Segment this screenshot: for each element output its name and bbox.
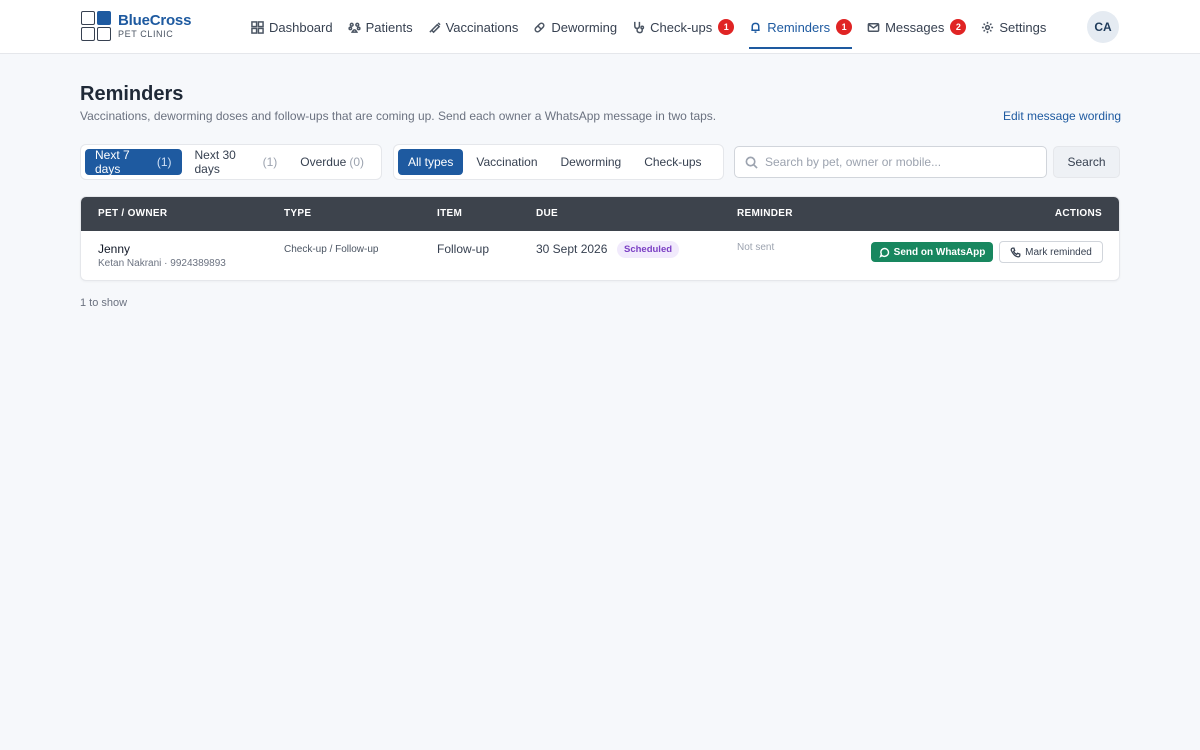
nav-check-ups-label: Check-ups <box>650 19 713 35</box>
results-count: 1 to show <box>80 297 128 309</box>
header-due: DUE <box>536 208 559 219</box>
gear-icon <box>982 21 994 33</box>
nav-check-ups[interactable]: Check-ups 1 <box>632 0 735 54</box>
nav-reminders-label: Reminders <box>767 19 831 35</box>
header-pet-owner: PET / OWNER <box>98 208 168 219</box>
filter-overdue[interactable]: Overdue (0) <box>290 149 374 175</box>
syringe-icon <box>428 21 441 33</box>
reminder-status: Not sent <box>737 242 775 253</box>
search-button[interactable]: Search <box>1053 146 1120 178</box>
header-type: TYPE <box>284 208 312 219</box>
grid-icon <box>251 20 264 34</box>
messages-count-badge: 2 <box>950 19 967 35</box>
mark-reminded-label: Mark reminded <box>1025 246 1092 258</box>
type-filter: All types Vaccination Deworming Check-up… <box>393 144 724 180</box>
brand-name: BlueCross <box>118 12 192 29</box>
filter-deworming[interactable]: Deworming <box>551 149 632 175</box>
check-ups-count-badge: 1 <box>718 19 735 35</box>
reminder-item: Follow-up <box>437 242 490 256</box>
top-bar: BlueCross PET CLINIC Dashboard Patients … <box>0 0 1200 54</box>
page-subtitle: Vaccinations, deworming doses and follow… <box>80 109 717 123</box>
nav-deworming-label: Deworming <box>551 19 618 35</box>
nav-settings-label: Settings <box>999 19 1047 35</box>
nav-vaccinations-label: Vaccinations <box>445 19 519 35</box>
pet-name: Jenny <box>98 242 131 256</box>
date-range-filter: Next 7 days (1) Next 30 days (1) Overdue… <box>80 144 382 180</box>
nav-patients-label: Patients <box>365 19 413 35</box>
filter-label: Next 7 days <box>95 148 130 176</box>
nav-messages-label: Messages <box>885 19 945 35</box>
bell-icon <box>751 22 760 33</box>
mail-icon <box>867 22 880 32</box>
reminders-table: PET / OWNER TYPE ITEM DUE REMINDER ACTIO… <box>80 196 1120 281</box>
user-avatar[interactable]: CA <box>1087 11 1119 43</box>
filter-next-7-days[interactable]: Next 7 days (1) <box>85 148 182 176</box>
nav-dashboard[interactable]: Dashboard <box>251 0 333 54</box>
brand[interactable]: BlueCross PET CLINIC <box>81 11 191 41</box>
filter-check-ups[interactable]: Check-ups <box>634 149 711 175</box>
filter-vaccination[interactable]: Vaccination <box>466 149 547 175</box>
page-title: Reminders <box>80 83 184 105</box>
phone-icon <box>1010 247 1021 257</box>
search-icon <box>745 156 758 169</box>
table-header: PET / OWNER TYPE ITEM DUE REMINDER ACTIO… <box>81 197 1119 231</box>
filter-count: (0) <box>349 155 364 169</box>
filter-label: Next 30 days <box>194 148 236 176</box>
nav-settings[interactable]: Settings <box>981 0 1046 54</box>
status-badge: Scheduled <box>617 241 680 258</box>
nav-dashboard-label: Dashboard <box>269 19 333 35</box>
search-input[interactable] <box>765 155 1046 169</box>
send-on-whatsapp-button[interactable]: Send on WhatsApp <box>871 242 993 262</box>
filter-next-30-days[interactable]: Next 30 days (1) <box>185 148 288 176</box>
nav-reminders[interactable]: Reminders 1 <box>749 0 853 54</box>
clinic-logo-icon <box>81 11 111 41</box>
brand-subtitle: PET CLINIC <box>118 29 174 39</box>
filter-all-types[interactable]: All types <box>398 149 464 175</box>
filter-count: (1) <box>262 155 278 169</box>
header-actions: ACTIONS <box>1054 208 1102 219</box>
whatsapp-icon <box>879 247 889 258</box>
reminders-count-badge: 1 <box>836 19 853 35</box>
stethoscope-icon <box>634 21 645 33</box>
due-date: 30 Sept 2026 <box>536 242 608 256</box>
reminder-type: Check-up / Follow-up <box>284 244 379 255</box>
nav-vaccinations[interactable]: Vaccinations <box>428 0 519 54</box>
header-item: ITEM <box>437 208 463 219</box>
main-nav: Dashboard Patients Vaccinations Dewormin… <box>251 0 1061 54</box>
table-row: Jenny Ketan Nakrani · 9924389893 Check-u… <box>81 231 1119 280</box>
filter-count: (1) <box>156 155 172 169</box>
owner-contact: Ketan Nakrani · 9924389893 <box>98 258 226 269</box>
pill-icon <box>534 21 545 33</box>
nav-deworming[interactable]: Deworming <box>533 0 617 54</box>
nav-messages[interactable]: Messages 2 <box>867 0 967 54</box>
mark-reminded-button[interactable]: Mark reminded <box>999 241 1103 263</box>
header-reminder: REMINDER <box>737 208 793 219</box>
nav-patients[interactable]: Patients <box>347 0 413 54</box>
edit-message-wording-link[interactable]: Edit message wording <box>1003 109 1121 123</box>
paw-icon <box>347 22 361 33</box>
whatsapp-label: Send on WhatsApp <box>893 246 986 258</box>
filter-label: Overdue <box>300 155 347 169</box>
search-box <box>734 146 1047 178</box>
